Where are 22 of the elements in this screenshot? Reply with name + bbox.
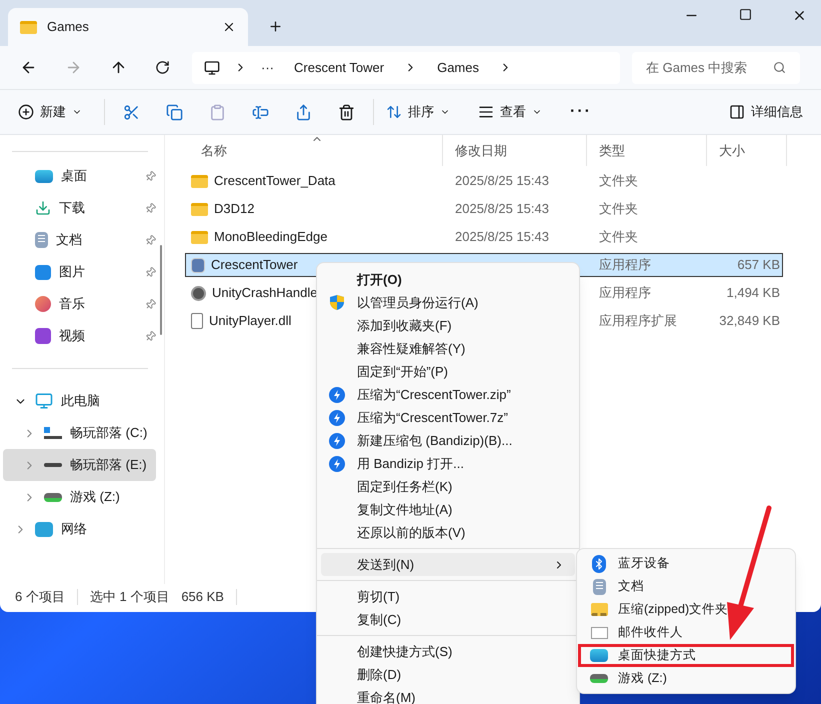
file-type: 应用程序	[599, 257, 651, 272]
file-date: 2025/8/25 15:43	[455, 229, 549, 244]
file-date: 2025/8/25 15:43	[455, 201, 549, 216]
file-type: 文件夹	[599, 173, 638, 188]
file-type: 应用程序扩展	[599, 313, 677, 328]
file-size: 657 KB	[737, 257, 780, 272]
file-name: CrescentTower	[211, 256, 298, 274]
file-name: MonoBleedingEdge	[214, 228, 328, 246]
status-text: 选中 1 个项目	[90, 588, 170, 606]
file-name: UnityCrashHandle	[212, 284, 318, 302]
status-text: 656 KB	[181, 588, 224, 606]
file-type: 文件夹	[599, 201, 638, 216]
tab-title: Games	[47, 18, 90, 36]
file-name: CrescentTower_Data	[214, 172, 336, 190]
file-size: 1,494 KB	[726, 285, 780, 300]
file-date: 2025/8/25 15:43	[455, 173, 549, 188]
file-type: 文件夹	[599, 229, 638, 244]
file-size: 32,849 KB	[719, 313, 780, 328]
status-text: 6 个项目	[15, 588, 65, 606]
file-name: D3D12	[214, 200, 254, 218]
file-type: 应用程序	[599, 285, 651, 300]
file-name: UnityPlayer.dll	[209, 312, 292, 330]
